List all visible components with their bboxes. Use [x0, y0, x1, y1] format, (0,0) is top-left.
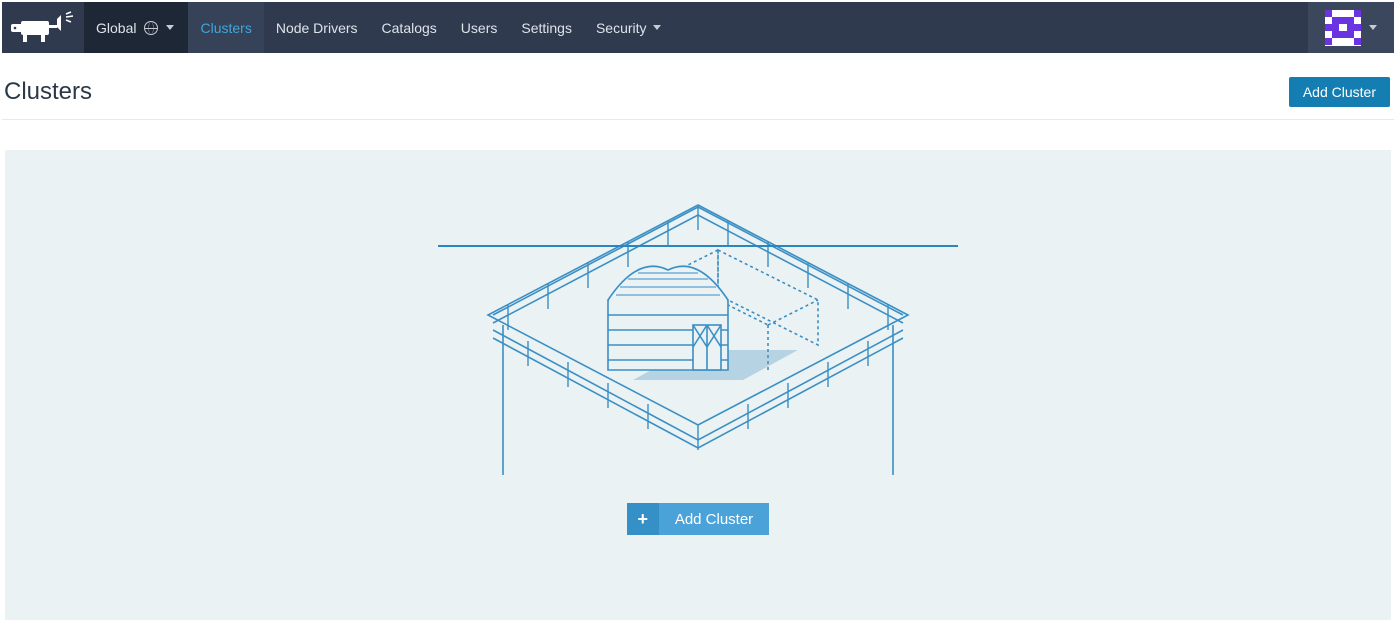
user-menu[interactable]: [1308, 2, 1394, 53]
nav-security[interactable]: Security: [584, 2, 673, 53]
nav-settings[interactable]: Settings: [509, 2, 584, 53]
add-cluster-button[interactable]: Add Cluster: [1289, 77, 1390, 107]
nav-users-label: Users: [461, 20, 498, 36]
chevron-down-icon: [1369, 25, 1377, 30]
nav-clusters[interactable]: Clusters: [188, 2, 263, 53]
page-title: Clusters: [4, 78, 92, 106]
nav-node-drivers[interactable]: Node Drivers: [264, 2, 370, 53]
chevron-down-icon: [166, 25, 174, 30]
top-nav-bar: Global Clusters Node Drivers Catalogs Us…: [2, 2, 1394, 53]
nav-catalogs[interactable]: Catalogs: [370, 2, 449, 53]
nav-security-label: Security: [596, 20, 647, 36]
nav-settings-label: Settings: [521, 20, 572, 36]
nav-node-drivers-label: Node Drivers: [276, 20, 358, 36]
scope-label: Global: [96, 20, 136, 36]
avatar-icon: [1325, 10, 1361, 46]
page-header: Clusters Add Cluster: [2, 55, 1394, 120]
chevron-down-icon: [653, 25, 661, 30]
scope-dropdown[interactable]: Global: [84, 2, 188, 53]
empty-add-cluster-label: Add Cluster: [659, 503, 769, 535]
nav-users[interactable]: Users: [449, 2, 510, 53]
globe-icon: [144, 21, 158, 35]
empty-illustration: [438, 195, 958, 475]
cow-logo-icon: [11, 11, 75, 45]
main-nav: Clusters Node Drivers Catalogs Users Set…: [188, 2, 672, 53]
empty-add-cluster-button[interactable]: + Add Cluster: [627, 503, 769, 535]
nav-catalogs-label: Catalogs: [382, 20, 437, 36]
brand-logo[interactable]: [2, 2, 84, 53]
nav-clusters-label: Clusters: [200, 20, 251, 36]
plus-icon: +: [627, 503, 659, 535]
empty-state: + Add Cluster: [5, 150, 1391, 620]
